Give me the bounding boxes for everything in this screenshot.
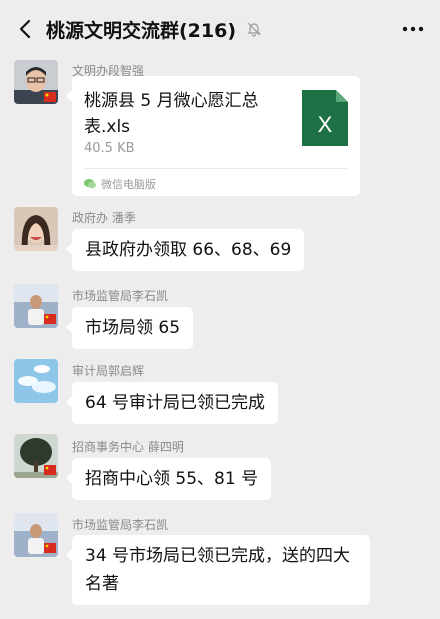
sender-name: 审计局郭启辉 bbox=[72, 364, 145, 378]
message-text-line: 名著 bbox=[85, 574, 119, 594]
message-bubble[interactable]: 市场局领 65 bbox=[65, 307, 194, 349]
svg-text:X: X bbox=[318, 112, 333, 137]
back-arrow-icon[interactable] bbox=[14, 18, 36, 40]
avatar[interactable] bbox=[14, 207, 58, 251]
sender-name: 政府办 潘季 bbox=[72, 211, 136, 225]
message-bubble[interactable]: 64 号审计局已领已完成 bbox=[65, 382, 279, 424]
divider bbox=[84, 168, 348, 169]
avatar[interactable] bbox=[14, 359, 58, 403]
message-bubble[interactable]: 34 号市场局已领已完成，送的四大 名著 bbox=[66, 535, 370, 605]
more-dots-icon[interactable] bbox=[402, 18, 424, 40]
avatar[interactable] bbox=[14, 284, 58, 328]
avatar[interactable] bbox=[14, 434, 58, 478]
file-size: 40.5 KB bbox=[84, 141, 135, 156]
avatar[interactable] bbox=[14, 60, 58, 104]
message-bubble[interactable]: 县政府办领取 66、68、69 bbox=[65, 229, 305, 271]
sender-name: 市场监管局李石凯 bbox=[72, 289, 169, 303]
file-name: 桃源县 5 月微心愿汇总表.xls bbox=[84, 91, 259, 137]
message-bubble[interactable]: 招商中心领 55、81 号 bbox=[65, 458, 272, 500]
chat-title: 桃源文明交流群(216) bbox=[46, 19, 237, 42]
wechat-pc-icon bbox=[84, 174, 96, 193]
file-message[interactable]: 桃源县 5 月微心愿汇总表.xls 40.5 KB X 微信电脑版 bbox=[66, 76, 360, 196]
avatar[interactable] bbox=[14, 513, 58, 557]
bell-muted-icon bbox=[246, 20, 264, 38]
file-source: 微信电脑版 bbox=[84, 174, 156, 193]
source-label: 微信电脑版 bbox=[101, 177, 156, 191]
chat-header: 桃源文明交流群(216) bbox=[0, 0, 440, 58]
sender-name: 招商事务中心 薛四明 bbox=[72, 440, 184, 454]
message-text-line: 34 号市场局已领已完成，送的四大 bbox=[85, 546, 351, 566]
excel-icon: X bbox=[302, 90, 348, 146]
sender-name: 市场监管局李石凯 bbox=[72, 518, 169, 532]
